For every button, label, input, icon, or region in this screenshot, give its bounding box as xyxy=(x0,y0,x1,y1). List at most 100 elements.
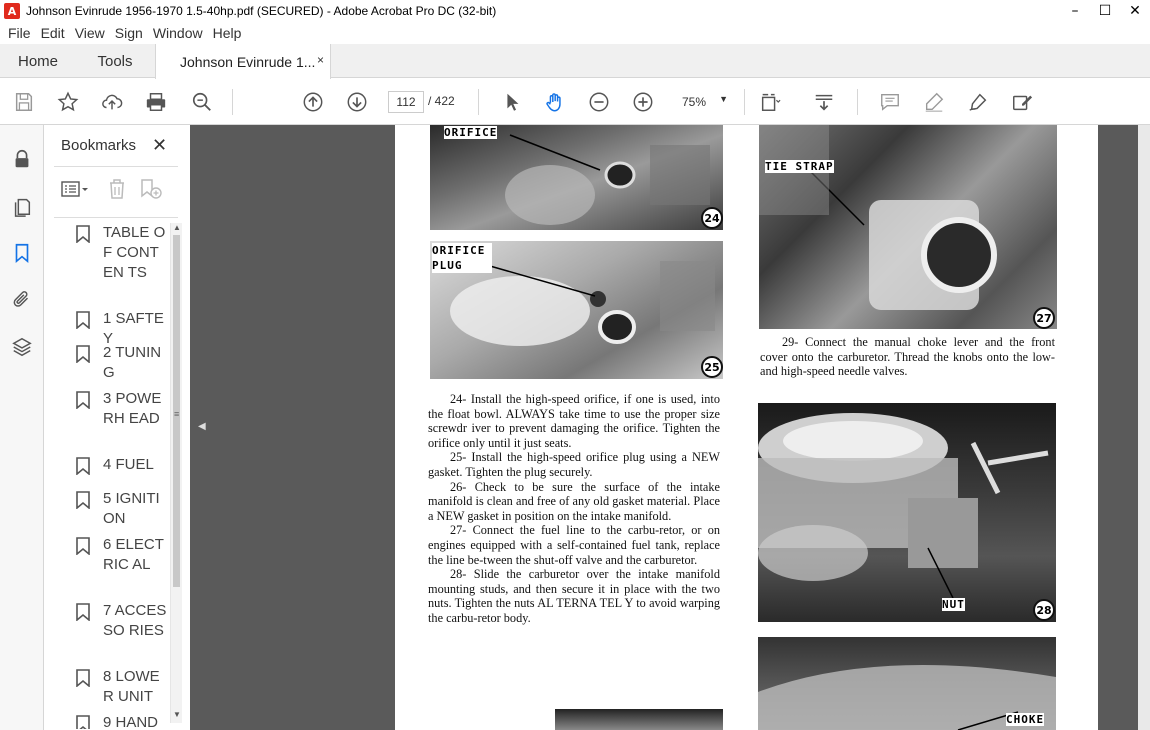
lock-icon[interactable] xyxy=(10,147,34,171)
bookmark-label: 3 POWERH EAD xyxy=(103,390,162,427)
bookmark-label: 9 HAND xyxy=(103,714,159,729)
toolbar-divider xyxy=(857,89,858,115)
step-paragraph: 27- Connect the fuel line to the carbu-r… xyxy=(428,523,720,567)
print-icon[interactable] xyxy=(144,90,168,114)
bookmark-icon xyxy=(76,603,90,621)
tab-close-icon[interactable]: × xyxy=(317,53,324,67)
toolbar-divider xyxy=(478,89,479,115)
figure-photo: TIE STRAP 27 xyxy=(759,125,1057,329)
maximize-icon[interactable]: ☐ xyxy=(1090,0,1120,22)
bookmark-item[interactable]: 9 HAND xyxy=(75,713,179,729)
bookmark-icon xyxy=(76,715,90,729)
window-controls: – ☐ ✕ xyxy=(1060,0,1150,22)
figure-label: TIE STRAP xyxy=(765,160,834,173)
zoom-select[interactable]: 75% ▼ xyxy=(674,91,736,113)
document-viewer[interactable]: ◀ ORIFICE 24 ORIFICE PLUG 25 24- Install… xyxy=(190,125,1150,730)
delete-bookmark-icon[interactable] xyxy=(107,178,127,200)
minimize-icon[interactable]: – xyxy=(1060,0,1090,22)
menu-help[interactable]: Help xyxy=(213,25,242,41)
pdf-page: ORIFICE 24 ORIFICE PLUG 25 24- Install t… xyxy=(395,125,1098,730)
scroll-mode-icon[interactable] xyxy=(812,90,836,114)
menu-sign[interactable]: Sign xyxy=(115,25,143,41)
bookmarks-icon[interactable] xyxy=(10,241,34,265)
options-menu-icon[interactable] xyxy=(61,179,89,199)
figure-number: 25 xyxy=(701,356,723,378)
bookmark-item[interactable]: 4 FUEL xyxy=(75,455,179,475)
zoom-in-icon[interactable] xyxy=(631,90,655,114)
document-scrollbar[interactable] xyxy=(1138,125,1150,730)
figure-label: ORIFICE PLUG xyxy=(432,243,492,273)
bookmark-item[interactable]: 2 TUNING xyxy=(75,343,179,383)
scroll-up-icon[interactable]: ▲ xyxy=(173,223,181,232)
tab-document-label: Johnson Evinrude 1... xyxy=(180,53,316,70)
bookmark-tools xyxy=(61,177,163,201)
figure-number: 27 xyxy=(1033,307,1055,329)
bookmark-item[interactable]: 8 LOWER UNIT xyxy=(75,667,179,707)
figure-photo: ORIFICE PLUG 25 xyxy=(430,241,723,379)
toolbar: 112 / 422 75% ▼ xyxy=(0,79,1150,125)
page-total: / 422 xyxy=(428,94,455,108)
comment-icon[interactable] xyxy=(878,90,902,114)
step-paragraph: 24- Install the high-speed orifice, if o… xyxy=(428,392,720,450)
save-icon[interactable] xyxy=(12,90,36,114)
close-icon[interactable]: ✕ xyxy=(1120,0,1150,22)
window-title: Johnson Evinrude 1956-1970 1.5-40hp.pdf … xyxy=(26,4,497,18)
hand-icon[interactable] xyxy=(543,90,567,114)
bookmark-item[interactable]: TABLE OF CONTEN TS xyxy=(75,223,179,283)
bookmark-item[interactable]: 3 POWERH EAD xyxy=(75,389,179,429)
step-paragraph: 28- Slide the carburetor over the intake… xyxy=(428,567,720,625)
bookmark-item[interactable]: 6 ELECTRIC AL xyxy=(75,535,179,575)
menu-file[interactable]: File xyxy=(8,25,31,41)
figure-photo: ORIFICE 24 xyxy=(430,125,723,230)
page-number-input[interactable]: 112 xyxy=(388,91,424,113)
tab-bar: Home Tools Johnson Evinrude 1... × xyxy=(0,44,1150,79)
attachments-icon[interactable] xyxy=(10,287,34,311)
tab-document[interactable]: Johnson Evinrude 1... × xyxy=(155,44,331,79)
step-paragraph: 29- Connect the manual choke lever and t… xyxy=(760,335,1055,379)
next-page-icon[interactable] xyxy=(345,90,369,114)
tab-home[interactable]: Home xyxy=(0,44,76,78)
bookmark-icon xyxy=(76,345,90,363)
new-bookmark-icon[interactable] xyxy=(139,178,163,200)
sign-icon[interactable] xyxy=(966,90,990,114)
tab-tools[interactable]: Tools xyxy=(76,44,154,78)
menu-edit[interactable]: Edit xyxy=(41,25,65,41)
fit-page-icon[interactable] xyxy=(758,90,782,114)
step-paragraph: 26- Check to be sure the surface of the … xyxy=(428,479,720,523)
collapse-panel-icon[interactable]: ◀ xyxy=(198,421,206,432)
close-icon[interactable]: ✕ xyxy=(152,135,167,156)
bookmark-label: 7 ACCESSO RIES xyxy=(103,602,167,639)
toolbar-divider xyxy=(744,89,745,115)
upload-icon[interactable] xyxy=(100,90,124,114)
step-paragraph: 25- Install the high-speed orifice plug … xyxy=(428,450,720,479)
instructions-left-column: 24- Install the high-speed orifice, if o… xyxy=(428,392,720,626)
figure-number: 24 xyxy=(701,207,723,229)
divider xyxy=(54,217,178,218)
figure-illustration xyxy=(758,413,1049,599)
zoom-value: 75% xyxy=(682,95,707,109)
figure-illustration xyxy=(759,125,997,310)
figure-label: NUT xyxy=(942,598,965,611)
scroll-down-icon[interactable]: ▼ xyxy=(173,710,181,719)
bookmarks-title: Bookmarks xyxy=(61,137,137,154)
bookmarks-scrollbar[interactable]: ▲ ≡ ▼ xyxy=(170,223,182,723)
divider xyxy=(54,166,178,167)
bookmark-item[interactable]: 5 IGNITION xyxy=(75,489,179,529)
select-arrow-icon[interactable] xyxy=(500,90,524,114)
bookmark-label: 8 LOWER UNIT xyxy=(103,668,160,705)
bookmark-icon xyxy=(76,391,90,409)
highlight-icon[interactable] xyxy=(922,90,946,114)
menu-view[interactable]: View xyxy=(75,25,105,41)
bookmark-icon xyxy=(76,225,90,243)
search-zoom-icon[interactable] xyxy=(190,90,214,114)
bookmark-item[interactable]: 7 ACCESSO RIES xyxy=(75,601,179,641)
bookmark-star-icon[interactable] xyxy=(56,90,80,114)
zoom-out-icon[interactable] xyxy=(587,90,611,114)
layers-icon[interactable] xyxy=(10,335,34,359)
page-thumbnails-icon[interactable] xyxy=(10,194,34,218)
navigation-rail xyxy=(0,125,44,730)
prev-page-icon[interactable] xyxy=(301,90,325,114)
menu-window[interactable]: Window xyxy=(153,25,203,41)
bookmark-label: 5 IGNITION xyxy=(103,490,160,527)
fill-sign-icon[interactable] xyxy=(1010,90,1034,114)
